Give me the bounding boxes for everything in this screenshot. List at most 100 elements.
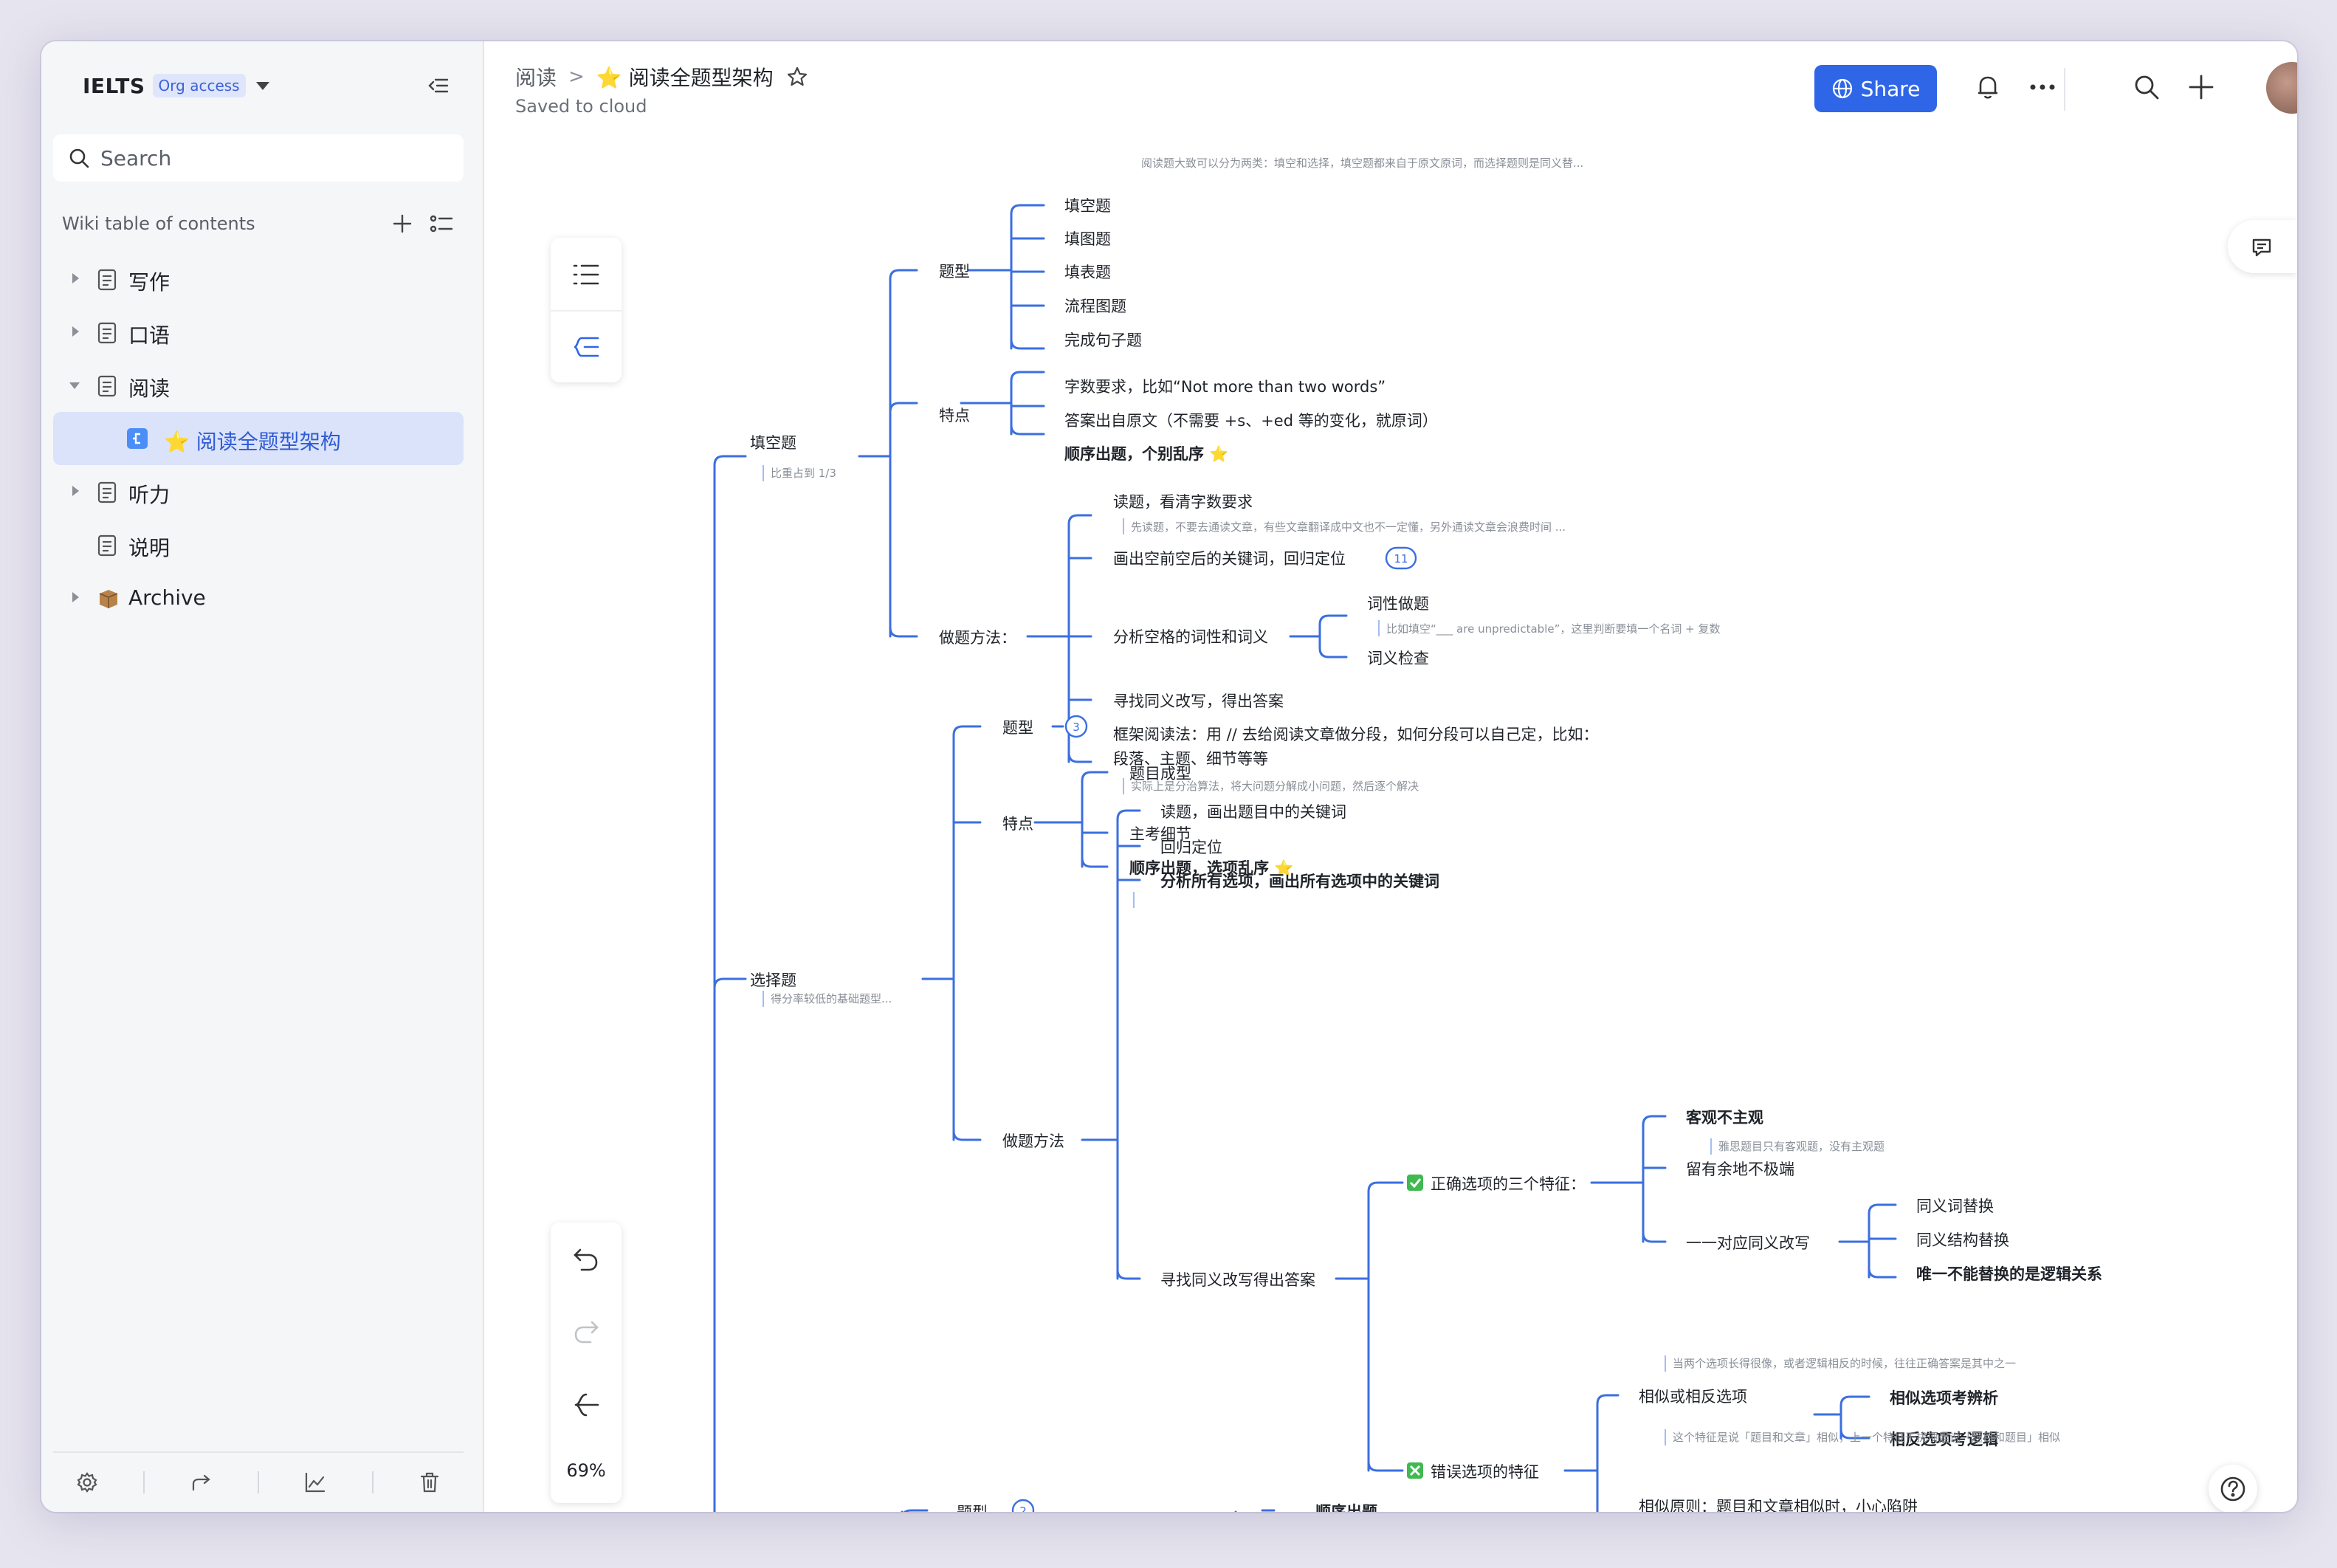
cross-icon [1407,1462,1423,1479]
mm-note: 这个特征是说「题目和文章」相似，上一个特征干扰项是说「题目和题目」相似 [1673,1431,2060,1444]
mm-note: 比重占到 1/3 [771,467,836,480]
trash-icon[interactable] [419,1471,441,1493]
mm-note: 雅思题目只有客观题，没有主观题 [1718,1140,1885,1153]
mm-leaf[interactable]: 顺序出题 [1315,1503,1378,1512]
redo-icon[interactable] [573,1320,599,1345]
mm-leaf[interactable]: 题目成型 [1129,765,1191,783]
mm-node[interactable]: 正确选项的三个特征： [1431,1175,1586,1193]
tree-item-label: ⭐ 阅读全题型架构 [164,430,341,454]
mm-leaf[interactable]: 完成句子题 [1064,331,1142,349]
mm-leaf[interactable]: 同义词替换 [1916,1197,1994,1215]
workspace-switcher[interactable]: IELTS Org access [83,71,269,100]
expand-arrow-icon[interactable] [72,326,79,337]
mm-node[interactable]: 一一对应同义改写 [1686,1234,1810,1252]
collapse-arrow-icon[interactable] [69,382,80,389]
save-status: Saved to cloud [515,96,647,117]
mindmap-canvas[interactable]: 填空题 比重占到 1/3 题型 填空题 填图题 填表题 流程图题 完成句子题 特… [484,137,2297,1512]
tree-item-writing[interactable]: 写作 [53,252,464,306]
toc-list-icon[interactable] [430,213,453,235]
mm-leaf[interactable]: 画出空前空后的关键词，回归定位 [1113,550,1346,568]
favorite-star-icon[interactable] [787,66,808,87]
mm-node[interactable]: 相似或相反选项 [1639,1388,1747,1406]
mm-leaf[interactable]: 同义结构替换 [1916,1231,2009,1249]
tree-item-notes[interactable]: 说明 [53,518,464,571]
collapse-sidebar-icon[interactable] [427,74,450,97]
mm-note: 阅读题大致可以分为两类：填空和选择，填空题都来自于原文原词，而选择题则是同义替.… [1141,157,1583,170]
mm-leaf[interactable]: 客观不主观 [1686,1109,1763,1127]
zoom-level[interactable]: 69% [551,1460,622,1481]
mm-node-fill[interactable]: 填空题 [750,434,796,452]
collapsed-count-badge[interactable]: 3 [1064,715,1088,738]
collapse-all-icon[interactable] [573,1392,599,1417]
outline-view-icon[interactable] [573,263,599,286]
edit-toolbox: 69% [551,1223,622,1503]
expand-arrow-icon[interactable] [72,592,79,602]
mm-leaf[interactable]: 答案出自原文（不需要 +s、+ed 等的变化，就原词） [1064,412,1438,430]
mm-leaf[interactable]: 读题，画出题目中的关键词 [1160,803,1346,821]
chevron-down-icon[interactable] [255,81,269,90]
mm-leaf[interactable]: 读题，看清字数要求 [1113,493,1253,511]
share-arrow-icon[interactable] [190,1471,213,1493]
mm-leaf[interactable]: 寻找同义改写，得出答案 [1113,692,1284,710]
mm-node[interactable]: 错误选项的特征 [1431,1463,1539,1481]
undo-icon[interactable] [573,1248,599,1273]
tree-item-label: 阅读 [128,376,171,401]
mm-leaf[interactable]: 相似原则：题目和文章相似时，小心陷阱 [1639,1498,1918,1512]
mm-node[interactable]: 做题方法 [1002,1132,1064,1150]
mm-node[interactable]: 寻找同义改写得出答案 [1160,1271,1315,1289]
mindmap-view-icon[interactable] [573,335,599,359]
mm-leaf[interactable]: 流程图题 [1064,298,1126,315]
page-title[interactable]: ⭐ 阅读全题型架构 [596,62,774,92]
mm-node-choice[interactable]: 选择题 [750,972,796,989]
sidebar: IELTS Org access Search Wiki table of co… [41,41,484,1512]
bell-icon[interactable] [1975,74,2000,100]
tree-item-reading-structure[interactable]: ⭐ 阅读全题型架构 [53,412,464,465]
tree-item-listening[interactable]: 听力 [53,465,464,518]
help-button[interactable] [2209,1465,2257,1512]
add-icon[interactable] [2188,74,2214,100]
mm-node[interactable]: 特点 [1002,815,1033,833]
mm-leaf[interactable]: 词义检查 [1367,650,1429,667]
mm-leaf[interactable]: 回归定位 [1160,839,1222,856]
mm-node[interactable]: 题型 [1002,719,1033,737]
avatar[interactable] [2266,62,2297,114]
document-icon [97,269,117,291]
tree-item-archive[interactable]: Archive [53,571,464,625]
search-input[interactable]: Search [53,134,464,182]
comment-count-badge[interactable]: 11 [1385,546,1417,570]
comment-icon [2252,238,2271,257]
breadcrumb-parent[interactable]: 阅读 [515,62,557,92]
tree-item-label: Archive [128,585,206,610]
check-icon [1407,1175,1423,1191]
share-button[interactable]: Share [1814,65,1937,112]
mm-node[interactable]: 分析空格的词性和词义 [1113,628,1268,646]
mm-node[interactable]: 特点 [939,407,970,424]
mm-leaf[interactable]: 相似选项考辨析 [1890,1389,1998,1407]
add-icon[interactable] [391,213,413,235]
mm-leaf[interactable]: 填空题 [1064,197,1111,215]
tree-item-label: 写作 [128,270,171,295]
comments-panel-button[interactable] [2228,220,2297,273]
collapsed-count-badge[interactable]: 2 [1011,1499,1035,1512]
mm-leaf[interactable]: 词性做题 [1367,595,1429,613]
mm-leaf[interactable]: 字数要求，比如“Not more than two words” [1064,378,1386,396]
expand-arrow-icon[interactable] [72,273,79,283]
expand-arrow-icon[interactable] [72,486,79,496]
mm-leaf[interactable]: 唯一不能替换的是逻辑关系 [1916,1265,2102,1283]
more-icon[interactable] [2030,84,2055,90]
mm-leaf[interactable]: 顺序出题，个别乱序 ⭐ [1064,444,1228,463]
mm-leaf[interactable]: 分析所有选项，画出所有选项中的关键词 [1160,873,1439,890]
mm-leaf[interactable]: 填图题 [1064,230,1111,248]
chevron-right-icon: > [568,66,585,88]
gear-icon[interactable] [76,1471,98,1493]
analytics-icon[interactable] [304,1471,326,1493]
mm-leaf[interactable]: 留有余地不极端 [1686,1160,1794,1178]
tree-item-reading[interactable]: 阅读 [53,359,464,412]
mm-node[interactable]: 做题方法： [939,629,1016,647]
mm-leaf[interactable]: 框架阅读法：用 // 去给阅读文章做分段，如何分段可以自己定，比如： [1113,726,1599,743]
mm-node[interactable]: 题型 [957,1504,988,1512]
search-icon[interactable] [2133,74,2160,100]
mm-node[interactable]: 题型 [939,263,970,281]
tree-item-speaking[interactable]: 口语 [53,306,464,359]
mm-leaf[interactable]: 填表题 [1064,264,1111,281]
